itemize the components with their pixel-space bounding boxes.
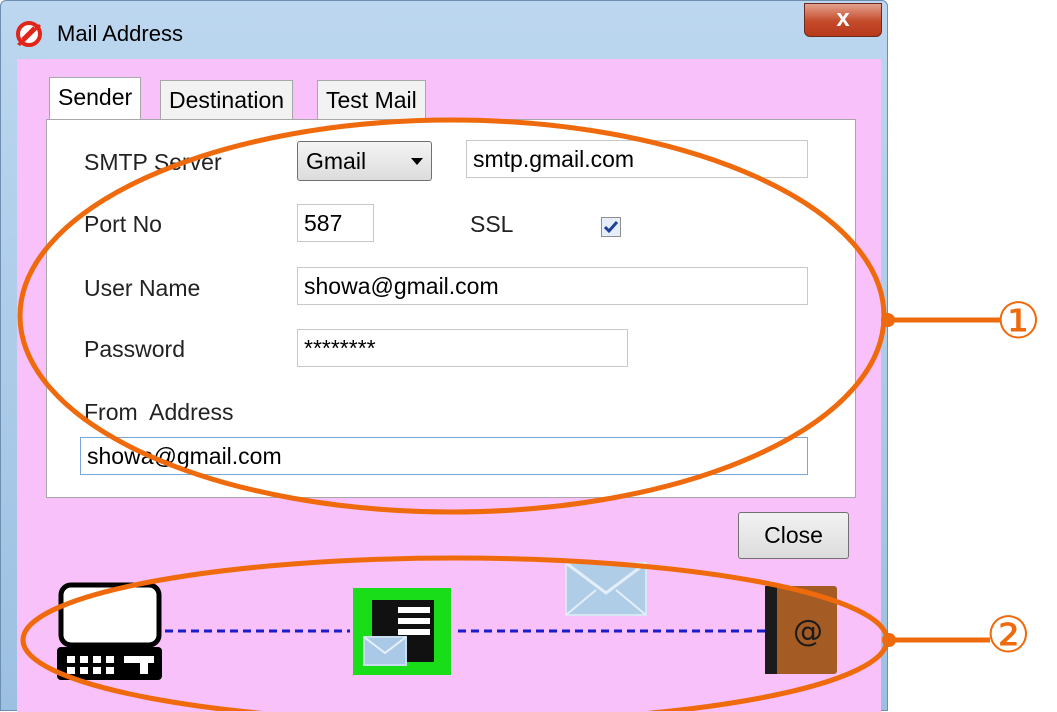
mail-server-icon xyxy=(353,588,451,675)
envelope-icon xyxy=(565,561,647,616)
address-book-icon: @ xyxy=(765,586,837,674)
computer-icon xyxy=(57,582,162,680)
connection-diagram: @ xyxy=(57,561,837,680)
callout-label-1: ① xyxy=(996,292,1041,350)
at-symbol-label: @ xyxy=(793,614,823,649)
callout-label-2: ② xyxy=(986,606,1031,664)
